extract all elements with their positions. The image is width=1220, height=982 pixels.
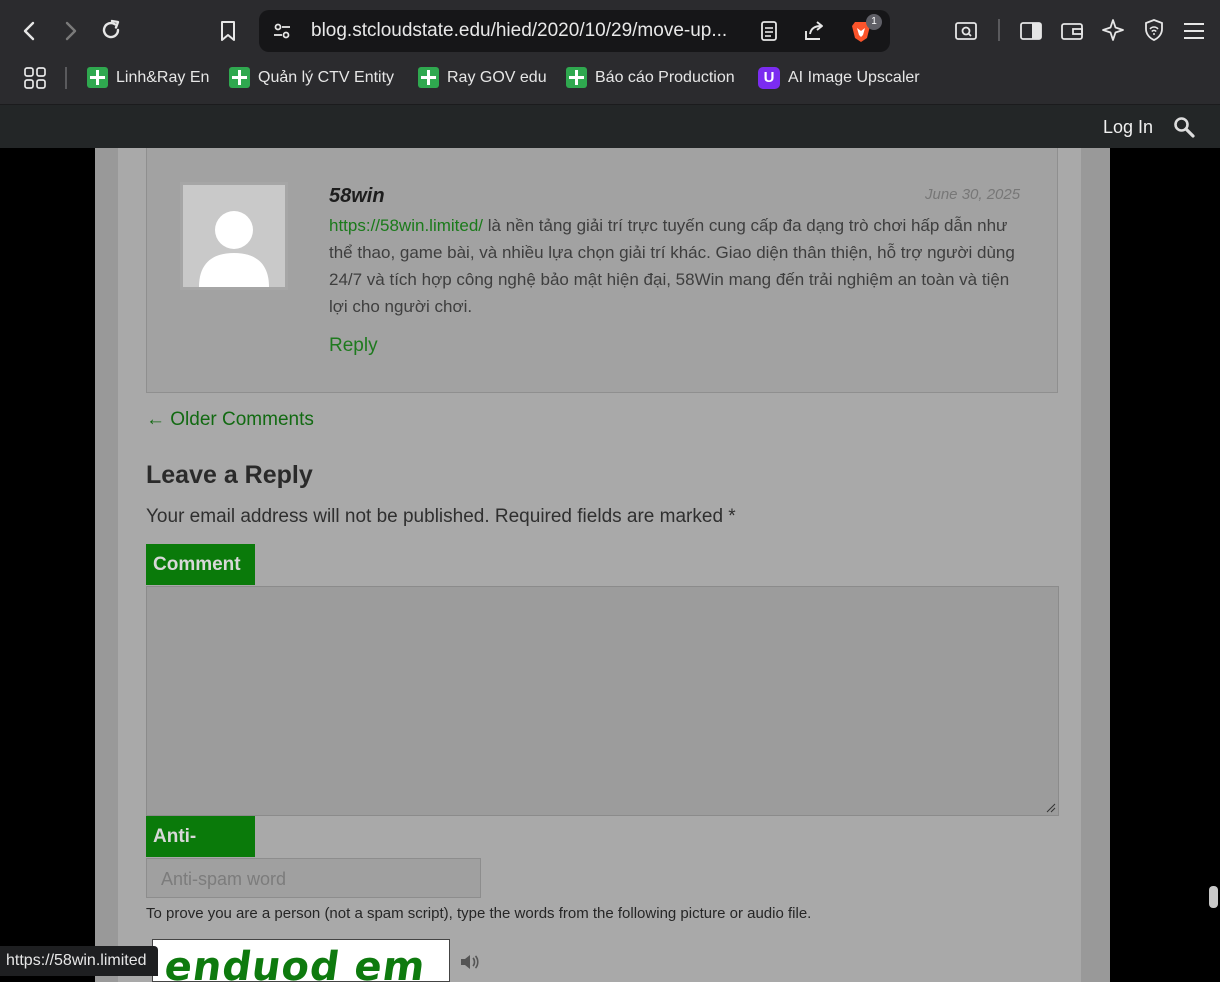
menu-icon[interactable] <box>1182 19 1206 47</box>
bookmark-label: Quản lý CTV Entity <box>258 69 395 86</box>
tab-search-icon[interactable] <box>954 19 978 47</box>
reader-mode-icon[interactable] <box>758 20 780 46</box>
status-url-tooltip: https://58win.limited <box>0 946 158 976</box>
sheet-plus-icon <box>87 67 108 89</box>
bookmark-label: AI Image Upscaler <box>788 69 920 87</box>
site-settings-icon[interactable] <box>271 20 293 46</box>
bookmark-item[interactable]: Linh&Ray En <box>87 67 209 89</box>
search-icon[interactable] <box>1172 115 1196 143</box>
bookmark-item[interactable]: U AI Image Upscaler <box>758 67 920 89</box>
bookmark-label: Ray GOV edu <box>447 69 547 86</box>
bookmark-item[interactable]: Ray GOV edu <box>418 67 547 89</box>
shield-count-badge: 1 <box>866 14 882 30</box>
comment-date[interactable]: June 30, 2025 <box>925 186 1020 203</box>
site-header: Log In <box>0 105 1220 148</box>
audio-captcha-icon[interactable] <box>458 950 482 978</box>
comment-link[interactable]: https://58win.limited/ <box>329 216 483 235</box>
sheet-plus-icon <box>566 67 587 89</box>
antispam-help-text: To prove you are a person (not a spam sc… <box>146 905 812 922</box>
captcha-image: enduod em <box>152 939 450 982</box>
vpn-shield-icon[interactable] <box>1142 18 1166 46</box>
login-link[interactable]: Log In <box>1103 117 1153 138</box>
back-icon[interactable] <box>18 19 42 47</box>
antispam-label: Anti-spam* <box>146 816 255 888</box>
bookmarks-divider <box>65 67 67 89</box>
bookmark-item[interactable]: Quản lý CTV Entity <box>229 67 394 89</box>
share-icon[interactable] <box>802 19 826 47</box>
reply-heading: Leave a Reply <box>146 461 313 489</box>
reload-icon[interactable] <box>99 18 123 46</box>
toolbar-divider <box>998 19 1000 41</box>
default-avatar-icon <box>183 185 285 287</box>
scrollbar-thumb[interactable] <box>1209 886 1218 908</box>
url-text[interactable]: blog.stcloudstate.edu/hied/2020/10/29/mo… <box>311 20 727 42</box>
comment-body: https://58win.limited/ là nền tảng giải … <box>329 212 1029 320</box>
bookmark-label: Linh&Ray En <box>116 69 210 86</box>
bookmark-icon[interactable] <box>216 19 240 47</box>
older-comments-link[interactable]: ← Older Comments <box>146 409 314 431</box>
comment-textarea[interactable] <box>146 586 1059 816</box>
bookmark-label: Báo cáo Production <box>595 69 735 86</box>
antispam-input[interactable]: Anti-spam word <box>146 858 481 898</box>
leo-ai-icon[interactable] <box>1101 18 1125 46</box>
comment-label: Comment * <box>146 544 255 616</box>
comment-label-text: Comment <box>153 554 241 575</box>
wallet-icon[interactable] <box>1060 19 1084 47</box>
sheet-plus-icon <box>418 67 439 89</box>
upscaler-logo-icon: U <box>758 67 780 89</box>
bookmark-item[interactable]: Báo cáo Production <box>566 67 735 89</box>
address-bar[interactable]: blog.stcloudstate.edu/hied/2020/10/29/mo… <box>259 10 890 52</box>
sheet-plus-icon <box>229 67 250 89</box>
sidebar-icon[interactable] <box>1019 19 1043 47</box>
comment-author: 58win <box>329 185 385 207</box>
browser-toolbar: blog.stcloudstate.edu/hied/2020/10/29/mo… <box>0 0 1220 60</box>
resize-handle-icon[interactable] <box>1046 803 1056 813</box>
page-scrollbar[interactable] <box>1206 148 1220 982</box>
captcha-text: enduod em <box>161 944 429 982</box>
apps-grid-icon[interactable] <box>23 66 47 94</box>
required-notice: Your email address will not be published… <box>146 506 736 527</box>
forward-icon[interactable] <box>58 19 82 47</box>
reply-link[interactable]: Reply <box>329 335 378 357</box>
avatar <box>180 182 288 290</box>
